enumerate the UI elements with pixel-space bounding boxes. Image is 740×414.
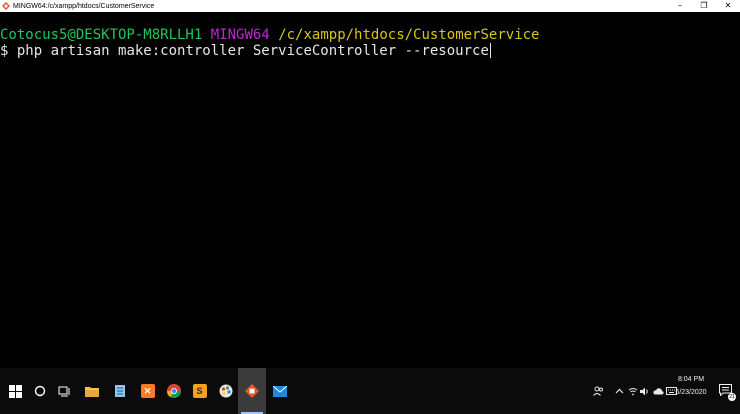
notepad-icon — [114, 385, 125, 397]
current-directory: /c/xampp/htdocs/CustomerService — [278, 27, 540, 43]
taskbar-app-xampp[interactable]: ✕ — [134, 368, 161, 414]
task-view-icon — [58, 386, 69, 396]
cloud-icon[interactable] — [652, 368, 664, 414]
action-center-button[interactable]: 21 — [717, 382, 736, 401]
mail-icon — [272, 385, 287, 397]
user-host: Cotocus5@DESKTOP-M8RLLH1 — [0, 27, 203, 43]
taskbar-app-mail[interactable] — [266, 368, 293, 414]
start-button[interactable] — [0, 368, 30, 414]
restore-button[interactable]: ❐ — [692, 0, 716, 12]
window-title: MINGW64:/c/xampp/htdocs/CustomerService — [13, 2, 155, 10]
prompt-symbol: $ — [0, 43, 9, 59]
terminal-area[interactable]: Cotocus5@DESKTOP-M8RLLH1 MINGW64 /c/xamp… — [0, 12, 740, 368]
taskbar-app-notepad[interactable] — [106, 368, 133, 414]
taskbar-app-chrome[interactable] — [160, 368, 187, 414]
people-icon[interactable] — [592, 368, 604, 414]
volume-icon[interactable] — [639, 368, 651, 414]
system-name: MINGW64 — [210, 27, 270, 43]
prompt-header-line: Cotocus5@DESKTOP-M8RLLH1 MINGW64 /c/xamp… — [0, 27, 539, 43]
taskbar-app-git-bash[interactable] — [238, 368, 266, 414]
windows-logo-icon — [8, 384, 22, 398]
system-clock[interactable]: 8:04 PM 6/23/2020 — [672, 373, 710, 399]
chevron-up-icon[interactable] — [613, 368, 625, 414]
close-button[interactable]: ✕ — [716, 0, 740, 12]
clock-time: 8:04 PM — [677, 376, 705, 383]
git-bash-icon — [245, 384, 259, 398]
command-text[interactable]: php artisan make:controller ServiceContr… — [17, 43, 489, 59]
network-icon[interactable] — [627, 368, 639, 414]
taskbar-app-file-explorer[interactable] — [78, 368, 105, 414]
command-line[interactable]: $ php artisan make:controller ServiceCon… — [0, 43, 491, 59]
git-bash-window-icon — [2, 2, 10, 10]
taskbar-app-paint[interactable] — [212, 368, 239, 414]
paint-icon — [219, 384, 232, 398]
notification-count: 21 — [728, 393, 736, 401]
chrome-icon — [166, 384, 181, 398]
sublime-text-icon: S — [192, 384, 207, 398]
window-titlebar[interactable]: MINGW64:/c/xampp/htdocs/CustomerService … — [0, 0, 740, 12]
task-view-button[interactable] — [52, 368, 76, 414]
file-explorer-icon — [84, 387, 99, 397]
minimize-button[interactable]: – — [668, 0, 692, 12]
taskbar-app-sublime-text[interactable]: S — [186, 368, 213, 414]
xampp-icon: ✕ — [140, 384, 155, 398]
search-circle-icon — [34, 385, 46, 397]
clock-date: 6/23/2020 — [675, 389, 707, 396]
taskbar: ✕ S 8:04 PM 6/23/2020 21 — [0, 368, 740, 414]
text-cursor — [489, 43, 491, 58]
search-button[interactable] — [28, 368, 52, 414]
